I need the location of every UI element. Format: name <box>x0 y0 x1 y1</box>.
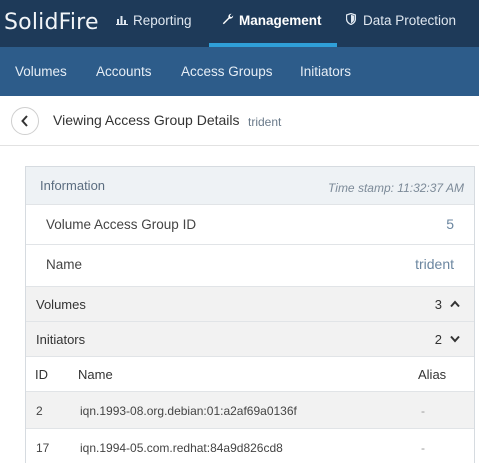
nav-data-protection-label: Data Protection <box>363 13 457 28</box>
subnav-accounts[interactable]: Accounts <box>96 47 152 96</box>
subnav-volumes[interactable]: Volumes <box>15 47 67 96</box>
field-row-access-group-id: Volume Access Group ID 5 <box>26 205 474 245</box>
field-label: Volume Access Group ID <box>46 217 197 232</box>
field-value: 5 <box>446 216 454 232</box>
solidfire-logo[interactable]: SolidFire <box>4 10 99 35</box>
table-row[interactable]: 2 iqn.1993-08.org.debian:01:a2af69a0136f… <box>26 392 474 429</box>
top-navigation: SolidFire Reporting Management Data Prot… <box>0 0 479 47</box>
field-row-name: Name trident <box>26 245 474 287</box>
wrench-icon <box>222 0 235 42</box>
cell-alias: - <box>421 441 425 455</box>
sub-navigation: Volumes Accounts Access Groups Initiator… <box>0 47 479 96</box>
page-title: Viewing Access Group Details <box>53 112 240 128</box>
subnav-access-groups[interactable]: Access Groups <box>181 47 273 96</box>
nav-data-protection[interactable]: Data Protection <box>345 0 457 47</box>
details-panel: Information Time stamp: 11:32:37 AM Volu… <box>25 166 475 463</box>
timestamp: Time stamp: 11:32:37 AM <box>328 181 464 195</box>
back-button[interactable] <box>11 107 39 135</box>
section-count: 3 <box>434 297 442 312</box>
field-label: Name <box>46 257 83 272</box>
cell-name: iqn.1994-05.com.redhat:84a9d826cd8 <box>80 441 283 455</box>
page-subtitle: trident <box>248 115 282 129</box>
nav-management[interactable]: Management <box>209 0 336 47</box>
chevron-left-icon <box>21 115 28 127</box>
information-header: Information Time stamp: 11:32:37 AM <box>26 167 474 205</box>
page-header: Viewing Access Group Details trident <box>0 96 479 146</box>
cell-name: iqn.1993-08.org.debian:01:a2af69a0136f <box>80 404 297 418</box>
chevron-up-icon[interactable] <box>450 300 460 308</box>
field-value: trident <box>415 256 454 272</box>
cell-id: 2 <box>36 404 43 418</box>
section-label: Volumes <box>36 297 86 312</box>
shield-icon <box>345 0 359 42</box>
column-header-alias[interactable]: Alias <box>418 367 446 382</box>
initiators-section-header[interactable]: Initiators 2 <box>26 322 474 357</box>
nav-reporting[interactable]: Reporting <box>116 0 192 47</box>
subnav-initiators[interactable]: Initiators <box>300 47 351 96</box>
nav-management-label: Management <box>239 13 322 28</box>
chevron-down-icon[interactable] <box>450 335 460 343</box>
cell-alias: - <box>421 404 425 418</box>
section-count: 2 <box>434 332 442 347</box>
information-title: Information <box>40 178 106 193</box>
bar-chart-icon <box>116 0 129 42</box>
initiators-table-header: ID Name Alias <box>26 357 474 392</box>
section-label: Initiators <box>36 332 86 347</box>
volumes-section-header[interactable]: Volumes 3 <box>26 287 474 322</box>
column-header-id[interactable]: ID <box>35 367 48 382</box>
column-header-name[interactable]: Name <box>78 367 113 382</box>
cell-id: 17 <box>36 441 50 455</box>
nav-reporting-label: Reporting <box>133 13 192 28</box>
table-row[interactable]: 17 iqn.1994-05.com.redhat:84a9d826cd8 - <box>26 429 474 463</box>
